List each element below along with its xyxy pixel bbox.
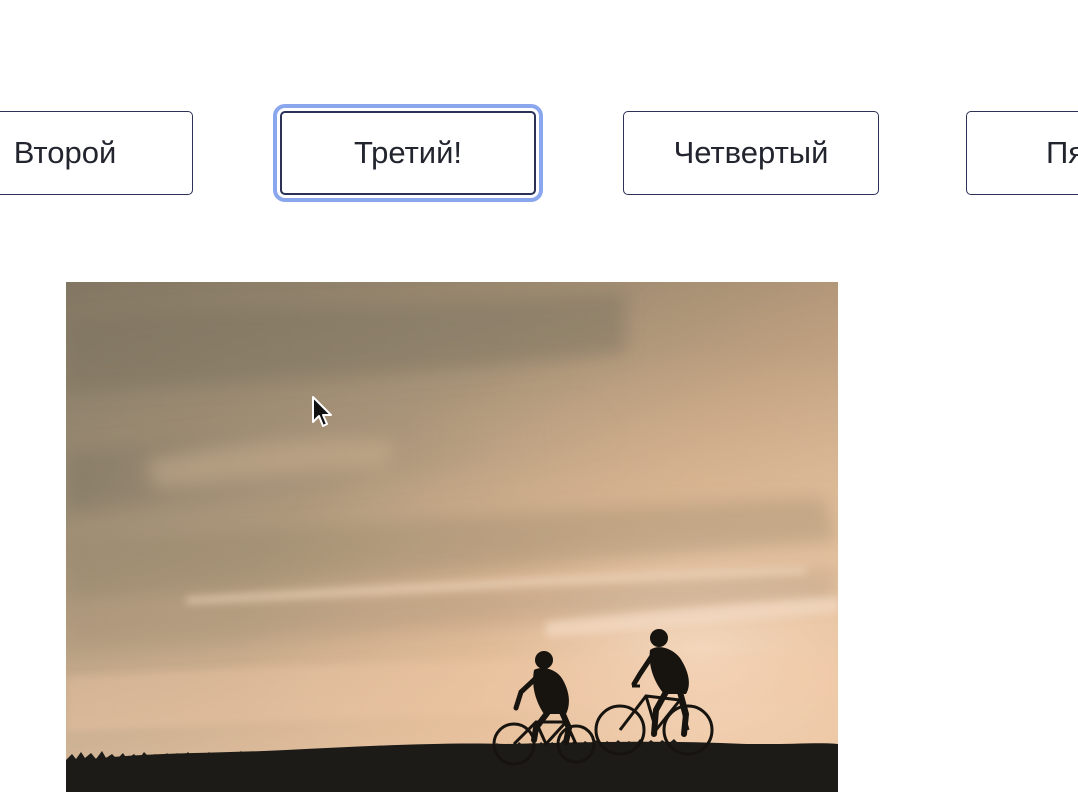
button-fifth-label: Пятый <box>1046 135 1078 170</box>
button-second[interactable]: Второй <box>0 111 193 195</box>
button-third-label: Третий! <box>353 135 463 170</box>
page: Второй Третий! Четвертый Пятый <box>0 0 1078 792</box>
button-fourth[interactable]: Четвертый <box>623 111 879 195</box>
mouse-pointer-icon <box>312 396 332 427</box>
button-third-focused[interactable]: Третий! <box>280 111 536 195</box>
button-second-label: Второй <box>13 135 117 170</box>
photo-image <box>66 282 838 792</box>
cyclists-sunset-photo <box>66 282 838 792</box>
button-fifth[interactable]: Пятый <box>966 111 1078 195</box>
button-fourth-label: Четвертый <box>673 135 829 170</box>
